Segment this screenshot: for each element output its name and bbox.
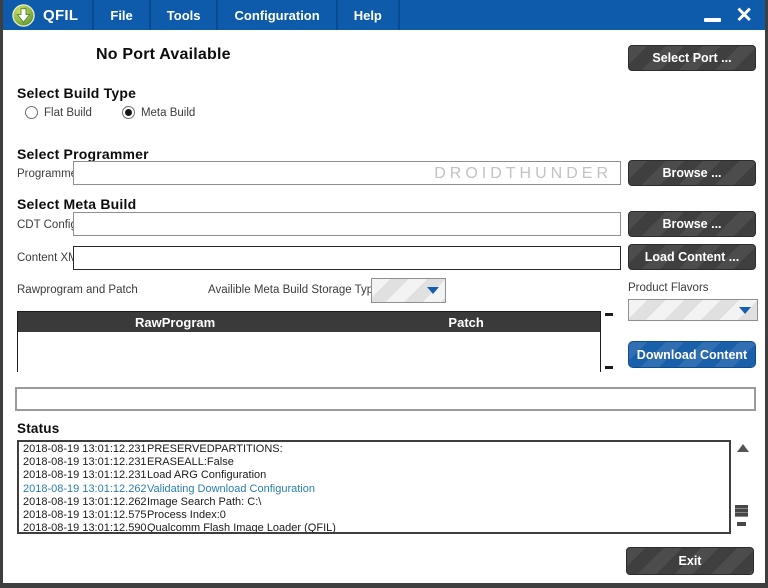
scrollbar-down-icon[interactable] (737, 522, 746, 526)
close-icon[interactable]: ✕ (735, 5, 753, 26)
progress-bar (15, 387, 756, 411)
app-title: QFIL (43, 6, 79, 24)
splitter-tick-bottom (605, 366, 613, 369)
column-patch[interactable]: Patch (332, 312, 600, 332)
port-status-text: No Port Available (96, 46, 231, 63)
programmer-heading: Select Programmer (17, 146, 149, 162)
programmer-path-input[interactable]: DROIDTHUNDER (73, 161, 621, 185)
cdt-config-label: CDT Config (17, 219, 77, 231)
radio-flat-build-label: Flat Build (44, 106, 92, 119)
download-content-button[interactable]: Download Content (628, 341, 756, 368)
storage-types-label: Availible Meta Build Storage Types (208, 284, 386, 296)
storage-types-dropdown[interactable] (371, 278, 446, 303)
rawprogram-patch-label: Rawprogram and Patch (17, 284, 138, 296)
build-type-heading: Select Build Type (17, 85, 137, 101)
menu-help[interactable]: Help (338, 0, 398, 30)
log-line: 2018-08-19 13:01:12.231 Load ARG Configur… (23, 469, 267, 482)
content-xml-input[interactable] (73, 246, 621, 270)
scrollbar-up-icon[interactable] (737, 444, 749, 452)
select-port-button[interactable]: Select Port ... (628, 45, 756, 71)
menu-tools[interactable]: Tools (151, 0, 217, 30)
radio-meta-build[interactable]: Meta Build (121, 106, 196, 119)
log-line: 2018-08-19 13:01:12.262 Validating Downlo… (23, 482, 315, 495)
status-log[interactable]: 2018-08-19 13:01:12.231 PRESERVEDPARTITIO… (17, 440, 731, 534)
chevron-down-icon (739, 306, 751, 314)
column-rawprogram[interactable]: RawProgram (18, 312, 332, 332)
meta-build-heading: Select Meta Build (17, 196, 137, 212)
log-line: 2018-08-19 13:01:12.262 Image Search Path… (23, 495, 262, 508)
table-body-empty (18, 332, 600, 372)
menu-separator (397, 0, 400, 30)
cdt-browse-button[interactable]: Browse ... (628, 211, 756, 237)
log-line: 2018-08-19 13:01:12.231 PRESERVEDPARTITIO… (23, 443, 283, 455)
watermark-text: DROIDTHUNDER (434, 165, 612, 182)
radio-meta-build-circle[interactable] (121, 106, 135, 119)
radio-flat-build[interactable]: Flat Build (25, 106, 92, 119)
titlebar: QFIL File Tools Configuration Help ✕ (3, 0, 765, 30)
splitter-tick-top (605, 313, 613, 316)
menu-configuration[interactable]: Configuration (218, 0, 335, 30)
scrollbar-thumb[interactable] (735, 505, 748, 517)
cdt-config-input[interactable] (73, 212, 621, 236)
product-flavors-label: Product Flavors (628, 282, 709, 294)
minimize-icon[interactable] (704, 18, 722, 22)
log-line: 2018-08-19 13:01:12.590 Qualcomm Flash Im… (23, 522, 336, 534)
radio-meta-build-label: Meta Build (140, 106, 196, 119)
exit-button[interactable]: Exit (626, 547, 754, 575)
qfil-window: QFIL File Tools Configuration Help ✕ No … (0, 0, 768, 588)
programmer-browse-button[interactable]: Browse ... (628, 160, 756, 186)
chevron-down-icon (427, 287, 439, 294)
log-line: 2018-08-19 13:01:12.575 Process Index:0 (23, 509, 226, 522)
menu-file[interactable]: File (94, 0, 148, 30)
table-header: RawProgram Patch (18, 312, 600, 332)
radio-flat-build-circle[interactable] (25, 106, 38, 119)
product-flavors-dropdown[interactable] (628, 299, 758, 321)
qfil-logo-icon (3, 0, 43, 30)
load-content-button[interactable]: Load Content ... (628, 244, 756, 270)
status-heading: Status (17, 421, 60, 436)
rawprogram-patch-table[interactable]: RawProgram Patch (17, 311, 601, 372)
log-line: 2018-08-19 13:01:12.231 ERASEALL:False (23, 456, 234, 469)
